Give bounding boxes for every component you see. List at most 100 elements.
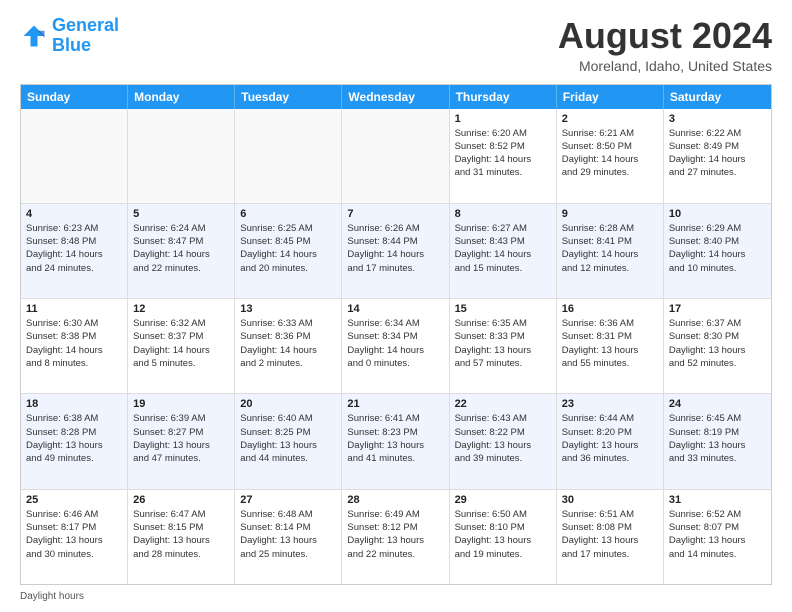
calendar-row: 11 Sunrise: 6:30 AM Sunset: 8:38 PM Dayli…	[21, 298, 771, 393]
calendar: SundayMondayTuesdayWednesdayThursdayFrid…	[20, 84, 772, 585]
calendar-cell: 24 Sunrise: 6:45 AM Sunset: 8:19 PM Dayli…	[664, 394, 771, 488]
day-info: Sunrise: 6:30 AM Sunset: 8:38 PM Dayligh…	[26, 317, 122, 370]
calendar-header-day: Thursday	[450, 85, 557, 109]
day-info: Sunrise: 6:32 AM Sunset: 8:37 PM Dayligh…	[133, 317, 229, 370]
day-number: 2	[562, 113, 658, 125]
calendar-body: 1 Sunrise: 6:20 AM Sunset: 8:52 PM Daylig…	[21, 109, 771, 584]
day-number: 26	[133, 494, 229, 506]
calendar-header-day: Sunday	[21, 85, 128, 109]
calendar-cell: 29Sunrise: 6:50 AM Sunset: 8:10 PM Dayli…	[450, 490, 557, 584]
calendar-cell	[128, 109, 235, 203]
day-info: Sunrise: 6:22 AM Sunset: 8:49 PM Dayligh…	[669, 127, 766, 180]
day-number: 18	[26, 398, 122, 410]
day-info: Sunrise: 6:39 AM Sunset: 8:27 PM Dayligh…	[133, 412, 229, 465]
day-number: 19	[133, 398, 229, 410]
day-number: 17	[669, 303, 766, 315]
calendar-cell: 3Sunrise: 6:22 AM Sunset: 8:49 PM Daylig…	[664, 109, 771, 203]
day-number: 1	[455, 113, 551, 125]
day-info: Sunrise: 6:29 AM Sunset: 8:40 PM Dayligh…	[669, 222, 766, 275]
calendar-header-day: Friday	[557, 85, 664, 109]
calendar-cell: 18 Sunrise: 6:38 AM Sunset: 8:28 PM Dayli…	[21, 394, 128, 488]
day-info: Sunrise: 6:36 AM Sunset: 8:31 PM Dayligh…	[562, 317, 658, 370]
calendar-cell: 4 Sunrise: 6:23 AM Sunset: 8:48 PM Daylig…	[21, 204, 128, 298]
day-number: 14	[347, 303, 443, 315]
day-info: Sunrise: 6:38 AM Sunset: 8:28 PM Dayligh…	[26, 412, 122, 465]
day-number: 30	[562, 494, 658, 506]
day-info: Sunrise: 6:35 AM Sunset: 8:33 PM Dayligh…	[455, 317, 551, 370]
day-number: 11	[26, 303, 122, 315]
day-info: Sunrise: 6:28 AM Sunset: 8:41 PM Dayligh…	[562, 222, 658, 275]
main-title: August 2024	[558, 16, 772, 56]
day-info: Sunrise: 6:27 AM Sunset: 8:43 PM Dayligh…	[455, 222, 551, 275]
calendar-cell: 9 Sunrise: 6:28 AM Sunset: 8:41 PM Daylig…	[557, 204, 664, 298]
day-info: Sunrise: 6:49 AM Sunset: 8:12 PM Dayligh…	[347, 508, 443, 561]
calendar-cell: 11 Sunrise: 6:30 AM Sunset: 8:38 PM Dayli…	[21, 299, 128, 393]
logo-icon	[20, 22, 48, 50]
day-info: Sunrise: 6:23 AM Sunset: 8:48 PM Dayligh…	[26, 222, 122, 275]
calendar-cell: 14 Sunrise: 6:34 AM Sunset: 8:34 PM Dayli…	[342, 299, 449, 393]
day-info: Sunrise: 6:44 AM Sunset: 8:20 PM Dayligh…	[562, 412, 658, 465]
day-number: 7	[347, 208, 443, 220]
calendar-cell: 31Sunrise: 6:52 AM Sunset: 8:07 PM Dayli…	[664, 490, 771, 584]
day-info: Sunrise: 6:21 AM Sunset: 8:50 PM Dayligh…	[562, 127, 658, 180]
day-info: Sunrise: 6:37 AM Sunset: 8:30 PM Dayligh…	[669, 317, 766, 370]
day-number: 6	[240, 208, 336, 220]
calendar-cell: 22 Sunrise: 6:43 AM Sunset: 8:22 PM Dayli…	[450, 394, 557, 488]
day-number: 20	[240, 398, 336, 410]
calendar-cell: 7Sunrise: 6:26 AM Sunset: 8:44 PM Daylig…	[342, 204, 449, 298]
subtitle: Moreland, Idaho, United States	[558, 58, 772, 74]
calendar-cell	[342, 109, 449, 203]
day-number: 5	[133, 208, 229, 220]
day-info: Sunrise: 6:20 AM Sunset: 8:52 PM Dayligh…	[455, 127, 551, 180]
page: General Blue August 2024 Moreland, Idaho…	[0, 0, 792, 612]
day-info: Sunrise: 6:34 AM Sunset: 8:34 PM Dayligh…	[347, 317, 443, 370]
logo: General Blue	[20, 16, 119, 56]
day-number: 29	[455, 494, 551, 506]
day-info: Sunrise: 6:40 AM Sunset: 8:25 PM Dayligh…	[240, 412, 336, 465]
day-number: 8	[455, 208, 551, 220]
day-number: 22	[455, 398, 551, 410]
footer-text: Daylight hours	[20, 591, 84, 602]
calendar-row: 25 Sunrise: 6:46 AM Sunset: 8:17 PM Dayli…	[21, 489, 771, 584]
day-number: 25	[26, 494, 122, 506]
calendar-cell: 12 Sunrise: 6:32 AM Sunset: 8:37 PM Dayli…	[128, 299, 235, 393]
calendar-cell: 23Sunrise: 6:44 AM Sunset: 8:20 PM Dayli…	[557, 394, 664, 488]
calendar-header-day: Monday	[128, 85, 235, 109]
calendar-cell: 2 Sunrise: 6:21 AM Sunset: 8:50 PM Daylig…	[557, 109, 664, 203]
calendar-cell: 15 Sunrise: 6:35 AM Sunset: 8:33 PM Dayli…	[450, 299, 557, 393]
day-info: Sunrise: 6:43 AM Sunset: 8:22 PM Dayligh…	[455, 412, 551, 465]
calendar-cell: 6 Sunrise: 6:25 AM Sunset: 8:45 PM Daylig…	[235, 204, 342, 298]
day-number: 24	[669, 398, 766, 410]
logo-text: General Blue	[52, 16, 119, 56]
day-info: Sunrise: 6:46 AM Sunset: 8:17 PM Dayligh…	[26, 508, 122, 561]
calendar-cell: 26Sunrise: 6:47 AM Sunset: 8:15 PM Dayli…	[128, 490, 235, 584]
calendar-header-day: Saturday	[664, 85, 771, 109]
title-block: August 2024 Moreland, Idaho, United Stat…	[558, 16, 772, 74]
day-info: Sunrise: 6:41 AM Sunset: 8:23 PM Dayligh…	[347, 412, 443, 465]
calendar-row: 1 Sunrise: 6:20 AM Sunset: 8:52 PM Daylig…	[21, 109, 771, 203]
calendar-cell	[21, 109, 128, 203]
day-number: 15	[455, 303, 551, 315]
day-number: 16	[562, 303, 658, 315]
calendar-cell: 27 Sunrise: 6:48 AM Sunset: 8:14 PM Dayli…	[235, 490, 342, 584]
day-number: 28	[347, 494, 443, 506]
calendar-row: 4 Sunrise: 6:23 AM Sunset: 8:48 PM Daylig…	[21, 203, 771, 298]
footer: Daylight hours	[20, 591, 772, 602]
calendar-cell: 16 Sunrise: 6:36 AM Sunset: 8:31 PM Dayli…	[557, 299, 664, 393]
calendar-cell: 30 Sunrise: 6:51 AM Sunset: 8:08 PM Dayli…	[557, 490, 664, 584]
day-number: 10	[669, 208, 766, 220]
calendar-cell: 25 Sunrise: 6:46 AM Sunset: 8:17 PM Dayli…	[21, 490, 128, 584]
header: General Blue August 2024 Moreland, Idaho…	[20, 16, 772, 74]
calendar-cell: 20 Sunrise: 6:40 AM Sunset: 8:25 PM Dayli…	[235, 394, 342, 488]
day-info: Sunrise: 6:45 AM Sunset: 8:19 PM Dayligh…	[669, 412, 766, 465]
day-info: Sunrise: 6:51 AM Sunset: 8:08 PM Dayligh…	[562, 508, 658, 561]
day-number: 27	[240, 494, 336, 506]
calendar-cell: 5Sunrise: 6:24 AM Sunset: 8:47 PM Daylig…	[128, 204, 235, 298]
day-info: Sunrise: 6:25 AM Sunset: 8:45 PM Dayligh…	[240, 222, 336, 275]
day-number: 4	[26, 208, 122, 220]
day-info: Sunrise: 6:48 AM Sunset: 8:14 PM Dayligh…	[240, 508, 336, 561]
day-number: 12	[133, 303, 229, 315]
day-number: 9	[562, 208, 658, 220]
calendar-cell: 10 Sunrise: 6:29 AM Sunset: 8:40 PM Dayli…	[664, 204, 771, 298]
calendar-cell: 1 Sunrise: 6:20 AM Sunset: 8:52 PM Daylig…	[450, 109, 557, 203]
